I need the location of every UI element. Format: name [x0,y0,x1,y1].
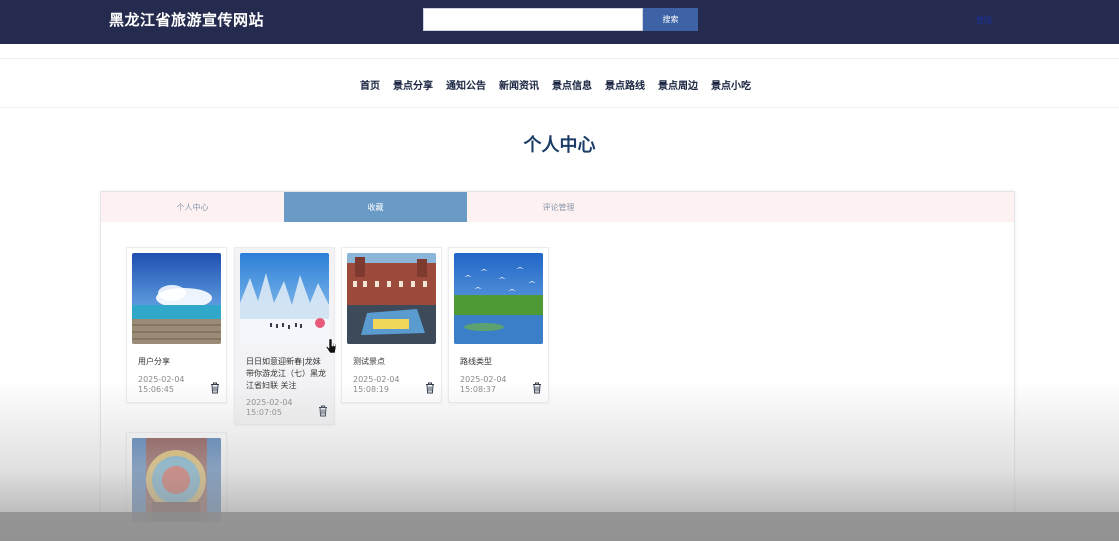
favorite-time: 15:08:19 [353,385,389,394]
nav-item-notices[interactable]: 通知公告 [446,77,486,92]
user-center-panel: 个人中心 收藏 评论管理 用户分享 2025-02-04 15:06:45 日日… [100,191,1015,522]
tab-bar: 个人中心 收藏 评论管理 [101,192,1014,222]
favorite-time: 15:07:05 [246,408,282,417]
nav-item-spot-info[interactable]: 景点信息 [552,77,592,92]
main-nav: 首页 景点分享 通知公告 新闻资讯 景点信息 景点路线 景点周边 景点小吃 [0,58,1119,108]
nav-item-news[interactable]: 新闻资讯 [499,77,539,92]
favorite-title: 测试景点 [353,357,385,366]
tab-personal-center[interactable]: 个人中心 [101,192,284,222]
favorite-image-ornate-plate[interactable] [132,438,221,522]
nav-item-spot-share[interactable]: 景点分享 [393,77,433,92]
favorite-card[interactable]: 日日如意迎新春|龙妹带你游龙江（七）黑龙江省妇联 关注 2025-02-04 1… [234,247,335,425]
favorite-title: 路线类型 [460,357,492,366]
favorite-card[interactable] [126,432,227,522]
favorite-title: 用户分享 [138,357,170,366]
search-input[interactable] [423,8,643,31]
favorite-time: 15:08:37 [460,385,496,394]
favorite-image-ocean-pier[interactable] [132,253,221,344]
login-link[interactable]: 登陆 [976,15,992,26]
favorite-date: 2025-02-04 [246,398,293,407]
favorite-image-snow-forest[interactable] [240,253,329,344]
tab-comment-management[interactable]: 评论管理 [467,192,650,222]
trash-icon[interactable] [210,382,220,394]
hand-cursor-icon [325,338,337,354]
favorite-card[interactable]: 路线类型 2025-02-04 15:08:37 [448,247,549,403]
favorite-date: 2025-02-04 [138,375,185,384]
favorite-card[interactable]: 用户分享 2025-02-04 15:06:45 [126,247,227,403]
nav-item-spot-nearby[interactable]: 景点周边 [658,77,698,92]
favorite-image-wetland-birds[interactable] [454,253,543,344]
nav-item-spot-snacks[interactable]: 景点小吃 [711,77,751,92]
favorite-date: 2025-02-04 [353,375,400,384]
bottom-strip [0,512,1119,541]
favorite-image-castle-building[interactable] [347,253,436,344]
favorite-date: 2025-02-04 [460,375,507,384]
nav-item-home[interactable]: 首页 [360,77,380,92]
top-bar: 黑龙江省旅游宣传网站 搜索 登陆 [0,0,1119,44]
tab-favorites[interactable]: 收藏 [284,192,467,222]
favorite-time: 15:06:45 [138,385,174,394]
site-title[interactable]: 黑龙江省旅游宣传网站 [109,9,264,30]
trash-icon[interactable] [425,382,435,394]
trash-icon[interactable] [532,382,542,394]
trash-icon[interactable] [318,405,328,417]
page-title: 个人中心 [523,135,596,156]
search-button[interactable]: 搜索 [643,8,698,31]
favorite-title: 日日如意迎新春|龙妹带你游龙江（七）黑龙江省妇联 关注 [246,357,326,390]
nav-item-spot-routes[interactable]: 景点路线 [605,77,645,92]
favorite-card[interactable]: 测试景点 2025-02-04 15:08:19 [341,247,442,403]
